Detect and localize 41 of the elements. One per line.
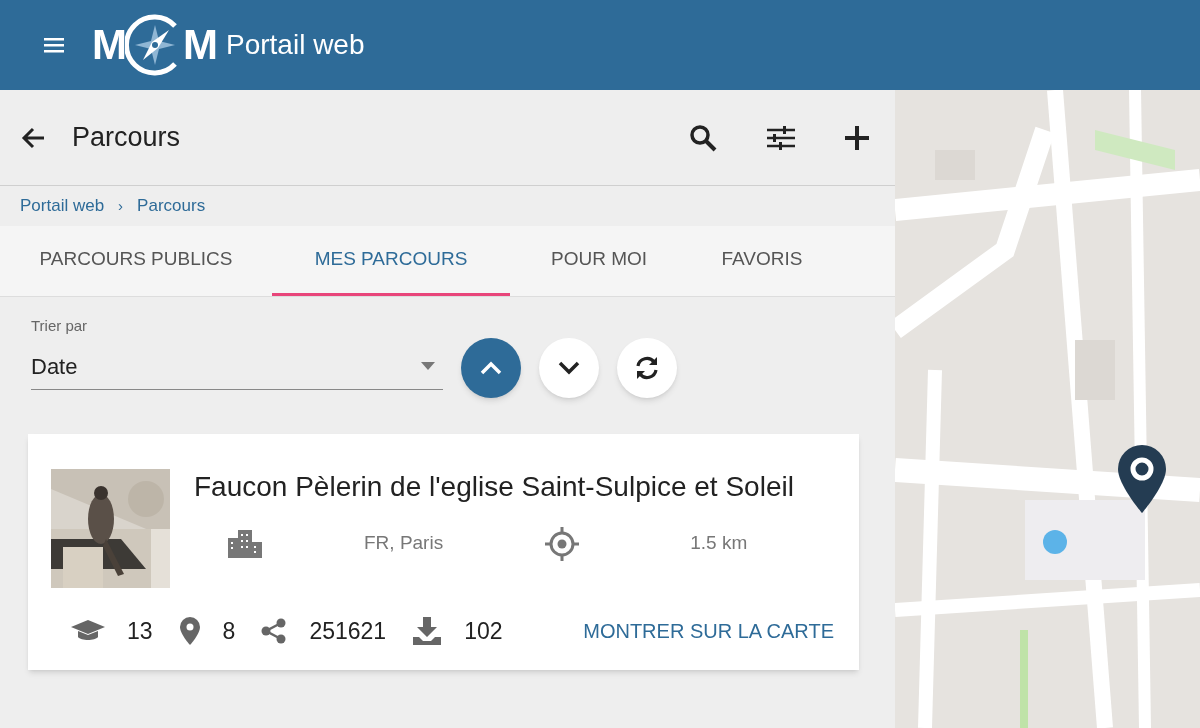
stat-count: 251621 bbox=[309, 616, 387, 646]
crosshair-icon bbox=[544, 525, 581, 562]
page-title: Parcours bbox=[72, 121, 181, 155]
add-icon[interactable] bbox=[845, 125, 869, 150]
tab[interactable]: MES PARCOURS bbox=[272, 226, 510, 296]
sort-descending-button[interactable] bbox=[539, 337, 599, 398]
location-pin-icon bbox=[178, 616, 201, 645]
back-arrow-icon[interactable] bbox=[20, 125, 46, 150]
sort-select[interactable]: Trier par Date bbox=[31, 315, 443, 390]
share-icon bbox=[261, 617, 288, 644]
stat-count: 8 bbox=[222, 616, 236, 646]
menu-icon[interactable] bbox=[44, 37, 64, 53]
breadcrumb-separator: › bbox=[118, 195, 124, 216]
chevron-down-icon bbox=[558, 360, 580, 375]
tab[interactable]: FAVORIS bbox=[688, 226, 836, 296]
dropdown-caret-icon bbox=[421, 362, 435, 370]
logo-letter: M bbox=[92, 24, 127, 66]
app-title: Portail web bbox=[226, 31, 365, 59]
breadcrumb-link[interactable]: Parcours bbox=[137, 193, 206, 219]
sliders-icon[interactable] bbox=[767, 125, 795, 150]
breadcrumb-link[interactable]: Portail web bbox=[20, 193, 105, 219]
route-title: Faucon Pèlerin de l'eglise Saint-Sulpice et Soleil bbox=[194, 469, 795, 504]
map-marker-icon bbox=[1118, 445, 1166, 513]
sort-ascending-button[interactable] bbox=[461, 337, 521, 398]
search-icon[interactable] bbox=[689, 123, 717, 152]
stat-count: 102 bbox=[464, 616, 503, 646]
show-on-map-link[interactable]: MONTRER SUR LA CARTE bbox=[583, 615, 834, 646]
buildings-icon bbox=[228, 529, 262, 558]
tab[interactable]: PARCOURS PUBLICS bbox=[0, 226, 272, 296]
logo-letter: M bbox=[183, 24, 218, 66]
distance-text: 1.5 km bbox=[690, 531, 748, 556]
download-icon bbox=[412, 616, 443, 645]
stat-count: 13 bbox=[127, 616, 153, 646]
refresh-icon bbox=[634, 354, 660, 381]
graduation-cap-icon bbox=[71, 619, 105, 642]
select-value: Date bbox=[31, 352, 78, 381]
chevron-up-icon bbox=[480, 360, 502, 375]
field-label: Trier par bbox=[31, 316, 89, 336]
tab[interactable]: POUR MOI bbox=[510, 226, 688, 296]
refresh-button[interactable] bbox=[617, 337, 677, 398]
location-text: FR, Paris bbox=[364, 531, 444, 556]
